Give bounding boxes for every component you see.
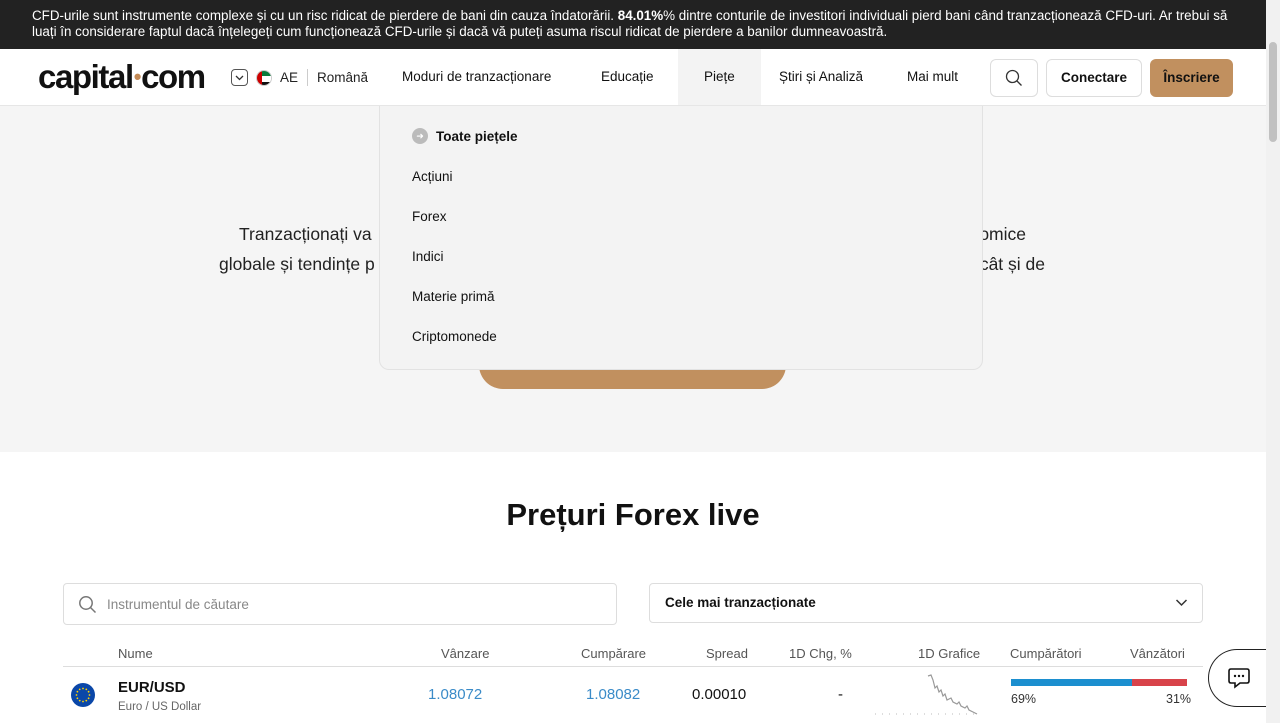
nav-education[interactable]: Educație: [601, 49, 654, 105]
column-header-name[interactable]: Nume: [118, 646, 153, 661]
buy-price[interactable]: 1.08082: [586, 686, 640, 703]
menu-item-shares[interactable]: Acțiuni: [412, 169, 453, 184]
chevron-down-icon[interactable]: [231, 69, 248, 86]
column-header-chart: 1D Grafice: [918, 646, 981, 661]
sparkline-chart: [875, 674, 978, 715]
search-icon: [78, 595, 97, 614]
chevron-down-icon: [1175, 599, 1188, 607]
sort-select-value: Cele mai tranzacționate: [665, 595, 816, 610]
hero-line1-left: Tranzacționați va: [239, 224, 372, 244]
instrument-symbol[interactable]: EUR/USD: [118, 679, 186, 696]
column-header-spread[interactable]: Spread: [706, 646, 748, 661]
uae-flag-icon: [256, 69, 272, 86]
column-header-sellers: Vânzători: [1130, 646, 1185, 661]
buyers-bar: [1011, 679, 1132, 686]
column-header-sell[interactable]: Vânzare: [441, 646, 489, 661]
risk-warning-percent: 84.01%: [617, 8, 664, 23]
region-language-selector[interactable]: AE Română: [231, 69, 368, 86]
signup-button[interactable]: Înscriere: [1150, 59, 1233, 97]
menu-item-forex[interactable]: Forex: [412, 209, 447, 224]
column-header-buy[interactable]: Cumpărare: [581, 646, 646, 661]
scrollbar-thumb[interactable]: [1269, 42, 1277, 142]
chat-button[interactable]: [1208, 649, 1268, 707]
risk-warning-text-1: CFD-urile sunt instrumente complexe și c…: [32, 8, 618, 23]
nav-trading-modes[interactable]: Moduri de tranzacționare: [402, 49, 551, 105]
sort-select[interactable]: Cele mai tranzacționate: [649, 583, 1203, 623]
hero-line2-left: globale și tendințe p: [219, 254, 375, 274]
instrument-description: Euro / US Dollar: [118, 701, 202, 713]
nav-markets[interactable]: Piețe: [678, 49, 761, 105]
eu-flag-icon: [71, 683, 95, 707]
all-markets-label: Toate piețele: [436, 128, 518, 144]
table-row[interactable]: EUR/USD Euro / US Dollar 1.08072 1.08082…: [63, 667, 1203, 723]
nav-more[interactable]: Mai mult: [907, 49, 958, 105]
instrument-search-input[interactable]: [107, 596, 587, 612]
page-scrollbar[interactable]: [1266, 0, 1280, 723]
logo-text-left: capital: [38, 58, 134, 95]
menu-item-crypto[interactable]: Criptomonede: [412, 329, 497, 344]
all-markets-link[interactable]: ➜ Toate piețele: [412, 128, 518, 144]
spread-value: 0.00010: [692, 686, 747, 703]
sellers-percent: 31%: [1166, 692, 1192, 706]
capital-com-logo[interactable]: capital•com: [38, 58, 206, 96]
buyers-percent: 69%: [1011, 692, 1037, 706]
header-search-button[interactable]: [990, 59, 1038, 97]
instrument-search[interactable]: [63, 583, 617, 625]
sellers-bar: [1132, 679, 1187, 686]
region-code: AE: [280, 70, 299, 85]
logo-dot: •: [133, 64, 142, 89]
menu-item-commodities[interactable]: Materie primă: [412, 289, 495, 304]
column-header-change[interactable]: 1D Chg, %: [789, 646, 852, 661]
hero-line1-right: omice: [979, 224, 1026, 244]
column-header-buyers: Cumpărători: [1010, 646, 1082, 661]
change-value: -: [838, 686, 843, 703]
nav-news-analysis[interactable]: Știri și Analiză: [779, 49, 863, 105]
menu-item-indices[interactable]: Indici: [412, 249, 444, 264]
login-button[interactable]: Conectare: [1046, 59, 1142, 97]
divider: [307, 69, 309, 86]
hero-line2-right: cât și de: [979, 254, 1045, 274]
site-header: capital•com AE Română Moduri de tranzacț…: [0, 49, 1266, 106]
markets-dropdown-menu: ➜ Toate piețele Acțiuni Forex Indici Mat…: [379, 106, 983, 370]
search-icon: [1005, 69, 1022, 86]
logo-text-right: com: [141, 58, 206, 95]
chat-icon: [1227, 668, 1250, 689]
arrow-right-icon: ➜: [412, 128, 428, 144]
language-label[interactable]: Română: [317, 70, 368, 85]
section-title: Prețuri Forex live: [506, 497, 760, 532]
sell-price[interactable]: 1.08072: [428, 686, 482, 703]
risk-warning-banner: CFD-urile sunt instrumente complexe și c…: [0, 0, 1266, 49]
